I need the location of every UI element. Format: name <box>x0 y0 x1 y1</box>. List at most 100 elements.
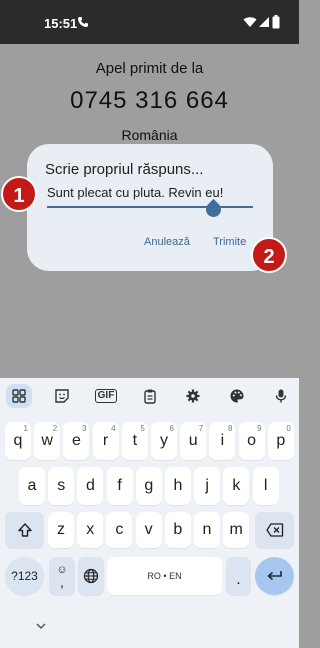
input-underline <box>47 206 253 208</box>
period-key[interactable]: . <box>226 557 251 595</box>
enter-arrow-icon <box>267 571 282 581</box>
key-l[interactable]: l <box>252 467 279 505</box>
key-v-label: v <box>144 521 153 538</box>
battery-icon <box>272 15 280 29</box>
gif-button[interactable]: GIF <box>93 384 119 408</box>
signal-icon <box>259 17 269 27</box>
key-w[interactable]: w2 <box>34 422 61 460</box>
key-u-label: u <box>188 432 198 449</box>
key-z-label: z <box>57 521 65 538</box>
send-button[interactable]: Trimite <box>213 236 246 248</box>
key-n-label: n <box>202 521 212 538</box>
key-x[interactable]: x <box>77 512 104 548</box>
sticker-icon[interactable] <box>49 384 75 408</box>
wifi-icon <box>243 17 257 27</box>
symbols-key[interactable]: ?123 <box>5 557 44 595</box>
dialog-title: Scrie propriul răspuns... <box>45 161 204 178</box>
apps-grid-icon[interactable] <box>6 384 32 408</box>
key-d[interactable]: d <box>77 467 104 505</box>
caller-country: România <box>121 127 178 143</box>
custom-reply-dialog: Scrie propriul răspuns... Sunt plecat cu… <box>27 144 273 271</box>
key-a[interactable]: a <box>19 467 45 505</box>
key-s-label: s <box>57 477 66 494</box>
phone-icon <box>78 17 88 27</box>
mic-icon[interactable] <box>268 384 294 408</box>
key-y-label: y <box>160 432 168 449</box>
call-label: Apel primit de la <box>95 60 204 77</box>
key-b[interactable]: b <box>164 512 191 548</box>
space-bar[interactable]: RO • EN <box>107 557 222 595</box>
key-r-label: r <box>102 432 109 449</box>
key-t[interactable]: t5 <box>121 422 148 460</box>
shift-arrow-icon <box>17 523 32 537</box>
key-p[interactable]: p0 <box>267 422 294 460</box>
key-q-hint: 1 <box>23 424 28 433</box>
palette-icon[interactable] <box>224 384 250 408</box>
key-o-label: o <box>247 432 257 449</box>
key-y-hint: 6 <box>169 424 174 433</box>
key-q[interactable]: q1 <box>5 422 31 460</box>
key-c[interactable]: c <box>106 512 133 548</box>
cancel-button[interactable]: Anulează <box>144 236 190 248</box>
key-n[interactable]: n <box>194 512 220 548</box>
key-p-hint: 0 <box>286 424 291 433</box>
key-a-label: a <box>27 477 37 494</box>
key-k[interactable]: k <box>223 467 250 505</box>
backspace-icon <box>265 523 283 537</box>
key-g[interactable]: g <box>135 467 162 505</box>
key-r[interactable]: r4 <box>92 422 119 460</box>
step-badge-2: 2 <box>251 237 287 273</box>
key-h-label: h <box>173 477 183 494</box>
key-v[interactable]: v <box>135 512 162 548</box>
comma-label: , <box>60 574 64 590</box>
gif-label: GIF <box>94 389 118 403</box>
keyboard-hide-chevron-icon[interactable] <box>35 621 47 631</box>
clipboard-icon[interactable] <box>137 384 163 408</box>
key-h[interactable]: h <box>165 467 191 505</box>
key-f-label: f <box>117 477 122 494</box>
key-l-label: l <box>263 477 268 494</box>
key-m-label: m <box>229 521 243 538</box>
gear-icon[interactable] <box>180 384 206 408</box>
key-i-label: i <box>220 432 225 449</box>
emoji-comma-key[interactable]: ☺ , <box>49 557 75 595</box>
step-badge-1: 1 <box>1 176 37 212</box>
key-t-label: t <box>132 432 138 449</box>
globe-icon <box>83 568 99 584</box>
status-time: 15:51 <box>44 16 78 31</box>
key-z[interactable]: z <box>48 512 74 548</box>
key-r-hint: 4 <box>111 424 116 433</box>
key-w-label: w <box>41 432 53 449</box>
key-q-label: q <box>13 432 23 449</box>
key-y[interactable]: y6 <box>151 422 177 460</box>
key-e-label: e <box>71 432 81 449</box>
status-bar: 15:51 <box>0 0 299 44</box>
key-o-hint: 9 <box>257 424 262 433</box>
key-g-label: g <box>144 477 154 494</box>
shift-key[interactable] <box>5 512 44 548</box>
key-k-label: k <box>232 477 241 494</box>
key-o[interactable]: o9 <box>238 422 265 460</box>
key-i-hint: 8 <box>227 424 233 433</box>
key-c-label: c <box>115 521 124 538</box>
backspace-key[interactable] <box>255 512 294 548</box>
on-screen-keyboard: GIF ?123 ☺ , RO • EN . q1w2e3r4t5y6u7i8o… <box>0 378 299 648</box>
key-s[interactable]: s <box>48 467 75 505</box>
key-x-label: x <box>86 521 95 538</box>
caller-number: 0745 316 664 <box>70 87 229 114</box>
language-globe-key[interactable] <box>78 557 104 595</box>
key-f[interactable]: f <box>106 467 133 505</box>
key-u[interactable]: u7 <box>180 422 207 460</box>
key-i[interactable]: i8 <box>209 422 236 460</box>
key-w-hint: 2 <box>52 424 58 433</box>
key-m[interactable]: m <box>223 512 250 548</box>
enter-key[interactable] <box>255 557 294 595</box>
key-j-label: j <box>205 477 209 494</box>
key-u-hint: 7 <box>198 424 204 433</box>
key-e-hint: 3 <box>81 424 87 433</box>
key-p-label: p <box>276 432 286 449</box>
key-d-label: d <box>85 477 95 494</box>
key-t-hint: 5 <box>140 424 145 433</box>
key-e[interactable]: e3 <box>63 422 90 460</box>
key-j[interactable]: j <box>194 467 221 505</box>
